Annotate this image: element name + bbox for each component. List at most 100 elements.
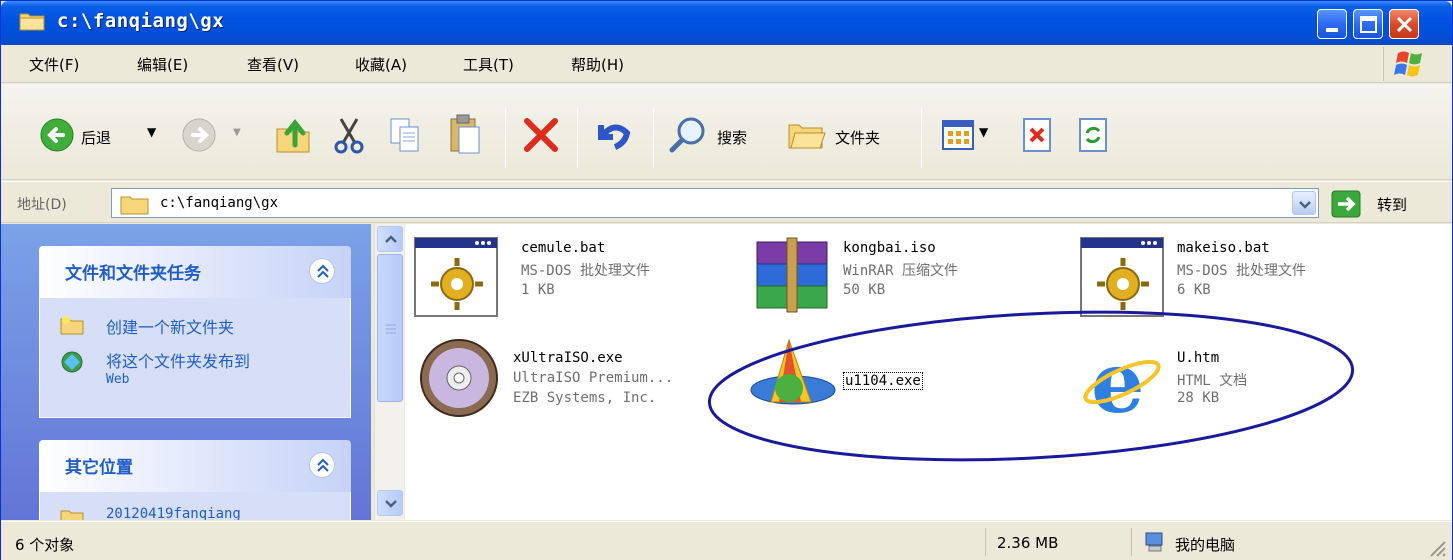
other-places-title: 其它位置 bbox=[65, 458, 133, 478]
back-button[interactable] bbox=[39, 117, 75, 157]
file-size: 50 KB bbox=[843, 282, 886, 298]
toolbar-separator bbox=[653, 108, 654, 168]
delete-doc-button[interactable] bbox=[1021, 117, 1055, 157]
file-type: MS-DOS 批处理文件 bbox=[521, 263, 651, 279]
grip-icon bbox=[386, 324, 396, 334]
menu-favorites[interactable]: 收藏(A) bbox=[355, 54, 407, 75]
minimize-button[interactable] bbox=[1317, 9, 1347, 39]
file-list-area[interactable]: cemule.bat MS-DOS 批处理文件 1 KB kongbai.iso… bbox=[405, 224, 1452, 520]
forward-dropdown-icon[interactable]: ▼ bbox=[233, 127, 241, 138]
address-input[interactable]: c:\fanqiang\gx bbox=[111, 188, 1319, 218]
folder-icon bbox=[19, 13, 45, 31]
other-places-header[interactable]: 其它位置 bbox=[39, 440, 351, 492]
close-icon bbox=[1396, 16, 1413, 33]
other-places-panel: 其它位置 20120419fanqiang bbox=[39, 440, 351, 520]
explorer-window: c:\fanqiang\gx 文件(F) 编辑(E) 查看(V) 收藏(A) 工… bbox=[0, 0, 1453, 560]
back-dropdown-icon[interactable]: ▼ bbox=[147, 125, 156, 139]
folders-label[interactable]: 文件夹 bbox=[835, 127, 880, 148]
file-item[interactable]: cemule.bat MS-DOS 批处理文件 1 KB bbox=[413, 234, 733, 324]
refresh-icon bbox=[1079, 118, 1107, 152]
close-button[interactable] bbox=[1389, 9, 1419, 39]
copy-icon bbox=[390, 118, 419, 152]
chevron-down-icon bbox=[1299, 201, 1311, 209]
chevron-up-icon bbox=[317, 264, 329, 278]
ultrasurf-icon bbox=[750, 338, 836, 405]
go-button[interactable] bbox=[1331, 190, 1361, 222]
back-arrow-icon bbox=[40, 118, 74, 152]
search-magnifier-icon bbox=[669, 117, 705, 153]
address-value: c:\fanqiang\gx bbox=[160, 195, 279, 211]
resize-grip-icon[interactable] bbox=[1425, 536, 1449, 560]
menu-bar: 文件(F) 编辑(E) 查看(V) 收藏(A) 工具(T) 帮助(H) bbox=[1, 45, 1452, 83]
window-title: c:\fanqiang\gx bbox=[57, 10, 225, 32]
delete-button[interactable] bbox=[521, 115, 561, 159]
menu-view[interactable]: 查看(V) bbox=[247, 54, 299, 75]
maximize-button[interactable] bbox=[1353, 9, 1383, 39]
search-label[interactable]: 搜索 bbox=[717, 127, 747, 148]
vertical-scrollbar[interactable] bbox=[374, 224, 404, 520]
file-size: 6 KB bbox=[1177, 282, 1211, 298]
cut-button[interactable] bbox=[331, 115, 367, 159]
file-item[interactable]: kongbai.iso WinRAR 压缩文件 50 KB bbox=[749, 234, 1069, 324]
file-size: 1 KB bbox=[521, 282, 555, 298]
menu-help[interactable]: 帮助(H) bbox=[571, 54, 624, 75]
undo-button[interactable] bbox=[593, 115, 633, 159]
file-name: U.htm bbox=[1177, 350, 1220, 366]
folder-icon bbox=[120, 196, 149, 215]
title-bar[interactable]: c:\fanqiang\gx bbox=[1, 1, 1452, 45]
search-button[interactable] bbox=[667, 113, 709, 159]
file-name: u1104.exe bbox=[843, 372, 923, 390]
views-button[interactable] bbox=[941, 119, 975, 155]
file-type: UltraISO Premium... bbox=[513, 370, 674, 386]
file-name: makeiso.bat bbox=[1177, 240, 1270, 256]
winrar-archive-icon bbox=[756, 237, 828, 313]
up-folder-button[interactable] bbox=[273, 115, 313, 159]
collapse-button[interactable] bbox=[309, 258, 335, 284]
status-location: 我的电脑 bbox=[1175, 536, 1236, 554]
go-label[interactable]: 转到 bbox=[1377, 194, 1407, 215]
internet-explorer-icon: e bbox=[1083, 336, 1161, 422]
file-tasks-title: 文件和文件夹任务 bbox=[65, 264, 201, 284]
scroll-down-button[interactable] bbox=[377, 490, 403, 516]
file-type: MS-DOS 批处理文件 bbox=[1177, 263, 1307, 279]
forward-button[interactable] bbox=[181, 117, 217, 157]
file-type: WinRAR 压缩文件 bbox=[843, 263, 959, 279]
file-tasks-header[interactable]: 文件和文件夹任务 bbox=[39, 246, 351, 298]
new-folder-icon bbox=[60, 316, 84, 335]
folders-button[interactable] bbox=[787, 115, 827, 157]
other-place-item[interactable]: 20120419fanqiang bbox=[106, 506, 241, 520]
views-dropdown-icon[interactable]: ▼ bbox=[979, 125, 988, 139]
my-computer-icon bbox=[1145, 532, 1163, 552]
paste-button[interactable] bbox=[447, 113, 483, 159]
views-icon bbox=[942, 120, 974, 150]
collapse-button[interactable] bbox=[309, 452, 335, 478]
scroll-up-button[interactable] bbox=[377, 226, 403, 252]
refresh-button[interactable] bbox=[1077, 117, 1111, 157]
menu-file[interactable]: 文件(F) bbox=[29, 54, 79, 75]
scroll-thumb[interactable] bbox=[377, 254, 403, 402]
file-item[interactable]: e U.htm HTML 文档 28 KB bbox=[1079, 336, 1399, 426]
ultraiso-disc-icon bbox=[420, 339, 498, 417]
task-new-folder[interactable]: 创建一个新文件夹 bbox=[106, 314, 234, 338]
file-name: xUltraISO.exe bbox=[513, 350, 623, 366]
status-object-count: 6 个对象 bbox=[15, 536, 75, 554]
file-type: HTML 文档 bbox=[1177, 373, 1248, 389]
task-publish-web[interactable]: 将这个文件夹发布到 bbox=[106, 348, 250, 372]
file-item[interactable]: xUltraISO.exe UltraISO Premium... EZB Sy… bbox=[417, 336, 737, 426]
task-publish-web-sub[interactable]: Web bbox=[106, 372, 129, 387]
file-name: cemule.bat bbox=[521, 240, 606, 256]
copy-button[interactable] bbox=[387, 115, 423, 159]
toolbar-separator bbox=[505, 108, 506, 168]
file-item[interactable]: makeiso.bat MS-DOS 批处理文件 6 KB bbox=[1079, 234, 1399, 324]
batch-file-icon bbox=[1080, 237, 1164, 317]
undo-icon bbox=[598, 124, 631, 150]
toolbar-separator bbox=[577, 108, 578, 168]
back-label[interactable]: 后退 bbox=[81, 127, 111, 148]
go-arrow-icon bbox=[1331, 190, 1361, 218]
menu-tools[interactable]: 工具(T) bbox=[463, 54, 514, 75]
delete-x-icon bbox=[524, 118, 558, 152]
file-item[interactable]: u1104.exe bbox=[749, 336, 1069, 426]
address-dropdown-button[interactable] bbox=[1292, 191, 1316, 215]
file-company: EZB Systems, Inc. bbox=[513, 390, 657, 406]
menu-edit[interactable]: 编辑(E) bbox=[137, 54, 188, 75]
